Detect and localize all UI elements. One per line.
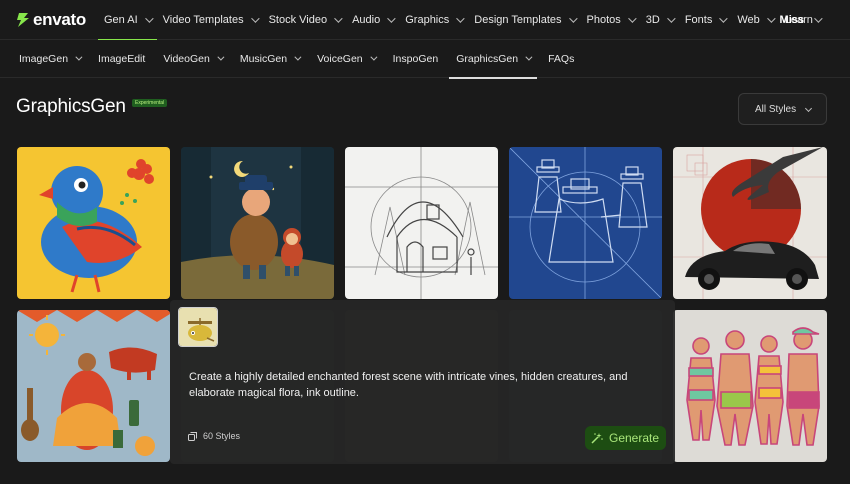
bottom-strip [0, 470, 850, 484]
all-styles-dropdown[interactable]: All Styles [738, 93, 827, 125]
sub-nav: ImageGen ImageEdit VideoGen MusicGen VoiceGe… [0, 40, 850, 79]
folk-pattern-illustration [17, 310, 170, 462]
sub-nav-item-label: VoiceGen [317, 52, 363, 65]
chevron-down-icon [456, 13, 465, 23]
experimental-badge: Experimental [132, 99, 168, 107]
prompt-input[interactable]: Create a highly detailed enchanted fores… [189, 369, 659, 401]
chevron-down-icon [370, 53, 378, 61]
styles-count-label: 60 Styles [203, 431, 241, 441]
top-nav-item-photos[interactable]: Photos [581, 0, 640, 40]
generate-button[interactable]: Generate [585, 426, 666, 450]
chevron-down-icon [294, 53, 302, 61]
sub-nav-item-label: MusicGen [239, 52, 288, 65]
magic-wand-icon [591, 433, 603, 444]
layers-icon [188, 431, 197, 441]
top-nav-item-label: Fonts [684, 13, 713, 26]
gallery-tile-night-walk[interactable] [181, 147, 334, 299]
top-nav-item-audio[interactable]: Audio [346, 0, 399, 40]
gallery-tile-car[interactable] [673, 147, 827, 299]
chevron-down-icon [75, 53, 83, 61]
top-nav-item-fonts[interactable]: Fonts [679, 0, 732, 40]
chevron-down-icon [334, 13, 343, 23]
top-nav-item-label: Design Templates [474, 13, 562, 26]
top-nav-item-web[interactable]: Web [731, 0, 778, 40]
car-illustration [673, 147, 827, 299]
gallery-tile-blueprint[interactable] [509, 147, 662, 299]
all-styles-label: All Styles [755, 103, 797, 115]
chevron-down-icon [387, 13, 396, 23]
chevron-down-icon [627, 13, 637, 23]
sub-nav-item-graphicsgen[interactable]: GraphicsGen [449, 40, 537, 79]
top-nav-items: Gen AI Video Templates Stock Video Audio Gra… [98, 0, 819, 41]
night-walk-illustration [181, 147, 334, 299]
gallery-tile-house-sketch[interactable] [345, 147, 498, 299]
chevron-down-icon [814, 14, 823, 23]
top-nav-item-gen-ai[interactable]: Gen AI [98, 0, 157, 41]
top-nav-item-graphics[interactable]: Graphics [399, 0, 468, 40]
style-thumbnail-image [179, 308, 217, 346]
top-nav-item-3d[interactable]: 3D [640, 0, 679, 40]
chevron-down-icon [666, 13, 676, 23]
top-nav-item-label: Photos [586, 13, 621, 26]
chevron-down-icon [250, 13, 260, 23]
chevron-down-icon [719, 13, 728, 23]
chevron-down-icon [766, 13, 776, 23]
sub-nav-item-faqs[interactable]: FAQs [541, 40, 581, 78]
top-nav-item-design-templates[interactable]: Design Templates [468, 0, 580, 40]
top-nav-item-label: 3D [645, 13, 660, 26]
sub-nav-item-imageedit[interactable]: ImageEdit [91, 40, 152, 78]
top-nav-item-label: Web [737, 13, 760, 26]
chevron-down-icon [525, 53, 533, 61]
top-nav-item-label: Video Templates [162, 13, 244, 26]
blueprint-illustration [509, 147, 662, 299]
gallery-tile-folk-pattern[interactable] [17, 310, 170, 462]
bird-illustration [17, 147, 170, 299]
sub-nav-item-label: FAQs [548, 52, 575, 65]
house-sketch-illustration [345, 147, 498, 299]
sub-nav-item-label: VideoGen [163, 52, 210, 65]
top-nav-item-label: Graphics [405, 13, 450, 26]
brand-name: envato [33, 9, 86, 29]
sub-nav-item-label: InspoGen [392, 52, 439, 65]
style-thumbnail[interactable] [178, 307, 218, 347]
sub-nav-item-label: ImageGen [19, 52, 69, 65]
top-nav: envato Gen AI Video Templates Stock Video A… [0, 0, 850, 41]
gallery-tile-bird[interactable] [17, 147, 170, 299]
sub-nav-item-voicegen[interactable]: VoiceGen [310, 40, 382, 78]
top-nav-item-video-templates[interactable]: Video Templates [157, 0, 263, 40]
people-figures-illustration [673, 310, 827, 462]
top-nav-item-label: Gen AI [104, 13, 138, 26]
sub-nav-item-label: ImageEdit [98, 52, 146, 65]
chevron-down-icon [568, 13, 578, 23]
top-nav-item-stock-video[interactable]: Stock Video [263, 0, 347, 40]
sub-nav-item-musicgen[interactable]: MusicGen [233, 40, 306, 78]
styles-count-button[interactable]: 60 Styles [188, 431, 240, 441]
chevron-down-icon [217, 53, 225, 61]
gallery-tile-people-figures[interactable] [673, 310, 827, 462]
generate-label: Generate [609, 431, 660, 445]
sub-nav-item-videogen[interactable]: VideoGen [156, 40, 229, 78]
sub-nav-item-inspogen[interactable]: InspoGen [386, 40, 446, 78]
page-title: GraphicsGen [16, 96, 126, 117]
user-name: Miss [779, 14, 804, 26]
chevron-down-icon [144, 13, 154, 23]
sub-nav-item-imagegen[interactable]: ImageGen [12, 40, 87, 78]
user-menu[interactable]: Miss [779, 0, 823, 40]
envato-logo[interactable]: envato [16, 10, 98, 30]
top-nav-item-label: Stock Video [268, 13, 328, 26]
sub-nav-item-label: GraphicsGen [456, 52, 519, 65]
envato-logo-icon [17, 12, 29, 27]
top-nav-item-label: Audio [352, 13, 381, 26]
chevron-down-icon [804, 104, 813, 113]
